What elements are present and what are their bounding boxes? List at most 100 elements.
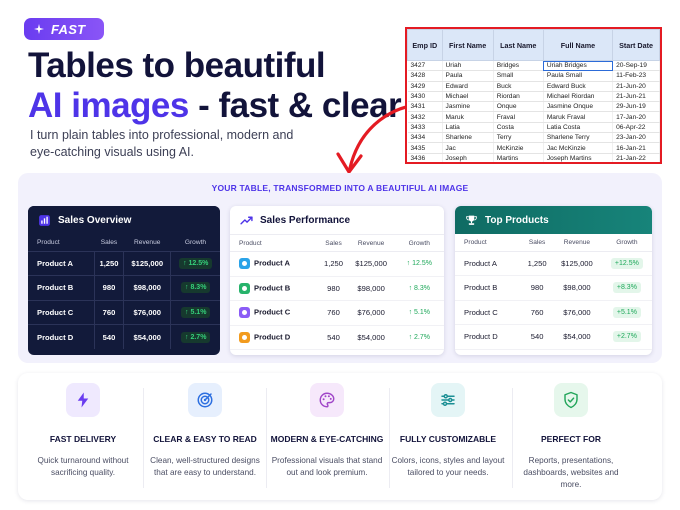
table-cell: 1,250: [94, 250, 125, 276]
sheet-cell: Jasmine: [442, 101, 494, 113]
sheet-cell: Jac: [442, 142, 494, 154]
feature-perfect-for: PERFECT FOR Reports, presentations, dash…: [512, 383, 630, 491]
feature-title: FULLY CUSTOMIZABLE: [399, 434, 497, 444]
title-highlight: AI images: [28, 86, 189, 125]
fast-badge: FAST: [24, 18, 104, 40]
table-cell: $76,000: [552, 300, 602, 325]
table-cell: $54,000: [552, 324, 602, 350]
sheet-cell: 21-Jun-21: [612, 91, 660, 103]
feature-desc: Professional visuals that stand out and …: [271, 456, 383, 477]
sheet-row: 3430 Michael Riordan Michael Riordan 21-Jun-…: [407, 91, 660, 103]
sheet-cell: Maruk: [442, 111, 494, 123]
sheet-cell: Paula: [442, 70, 494, 82]
table-cell: $98,000: [347, 276, 395, 301]
sheet-cell: 3431: [407, 101, 443, 113]
sheet-cell: 17-Jan-20: [612, 111, 660, 123]
subtitle: I turn plain tables into professional, m…: [30, 128, 294, 159]
table-cell: Product A: [455, 251, 523, 276]
sheet-row: 3436 Joseph Martins Joseph Martins 21-Jan-22: [407, 153, 660, 162]
table-cell: 760: [94, 299, 125, 325]
table-header-cell: Revenue: [123, 234, 171, 252]
sheet-row: 3429 Edward Buck Edward Buck 21-Jun-20: [407, 81, 660, 92]
table-row: Product C 760 $76,000 ↑ 5.1%: [28, 299, 220, 325]
sheet-cell: Martins: [493, 153, 544, 162]
sheet-header-cell: Full Name: [542, 29, 614, 61]
sheet-cell: 11-Feb-23: [612, 70, 660, 82]
feature-modern: MODERN & EYE-CATCHING Professional visua…: [268, 383, 386, 479]
product-color-icon: [239, 307, 250, 319]
product-name: Product A: [254, 258, 290, 268]
sheet-row: 3433 Latia Costa Latia Costa 06-Apr-22: [407, 122, 660, 134]
feature-desc: Colors, icons, styles and layout tailore…: [391, 456, 505, 477]
sheet-header-cell: Last Name: [492, 29, 544, 61]
growth-badge: ↑ 12.5%: [406, 260, 432, 268]
palette-icon: [310, 383, 344, 417]
feature-desc: Clean, well-structured designs that are …: [150, 456, 260, 477]
sheet-cell: 3436: [407, 153, 443, 162]
sheet-cell: Uriah: [442, 60, 494, 72]
growth-badge: ↑ 5.1%: [408, 309, 430, 317]
feature-title: PERFECT FOR: [541, 434, 601, 444]
card-title: Sales Overview: [58, 214, 132, 226]
sheet-header-cell: Start Date: [612, 29, 660, 61]
sheet-header-cell: Emp ID: [407, 29, 443, 61]
table-row: Product D 540 $54,000 ↑ 2.7%: [230, 325, 444, 350]
divider: [266, 388, 267, 488]
product-color-icon: [239, 258, 250, 270]
feature-title: CLEAR & EASY TO READ: [153, 434, 257, 444]
product-color-icon: [239, 282, 250, 294]
sheet-cell: Terry: [493, 132, 544, 144]
growth-badge: +8.3%: [612, 282, 641, 294]
sheet-cell: 3433: [407, 122, 443, 134]
sheet-cell: 20-Sep-19: [612, 60, 660, 72]
table-header-cell: Product: [455, 234, 523, 252]
table-cell: ↑ 8.3%: [170, 275, 220, 300]
table-cell: Product B: [455, 275, 523, 301]
table-row: Product D 540 $54,000 ↑ 2.7%: [28, 324, 220, 349]
card-title: Top Products: [485, 214, 549, 226]
sheet-cell: 16-Jan-21: [612, 142, 660, 154]
sheet-cell: 21-Jan-22: [612, 153, 660, 162]
card-header: Sales Performance: [230, 206, 444, 234]
sheet-cell: Michael: [442, 91, 494, 103]
title-line1: Tables to beautiful: [28, 46, 326, 85]
table-cell: ↑ 5.1%: [394, 300, 444, 326]
badge-label: FAST: [51, 21, 86, 37]
lightning-icon: [66, 383, 100, 417]
growth-badge: ↑ 12.5%: [179, 257, 213, 269]
table-cell: Product D: [28, 324, 95, 349]
table-cell: $98,000: [123, 275, 172, 300]
table-cell: 760: [319, 300, 348, 326]
sheet-cell: Riordan: [493, 91, 544, 103]
sheet-cell: Fraval: [493, 111, 544, 123]
divider: [143, 388, 144, 488]
table-header-cell: Product: [28, 234, 95, 252]
feature-clear: CLEAR & EASY TO READ Clean, well-structu…: [146, 383, 264, 479]
table-cell: ↑ 8.3%: [394, 276, 444, 301]
feature-title: FAST DELIVERY: [49, 434, 117, 444]
table-cell: ↑ 12.5%: [394, 251, 444, 277]
table-cell: +5.1%: [601, 300, 652, 325]
table-cell: $125,000: [123, 250, 172, 276]
table-header-cell: Growth: [170, 234, 220, 252]
card-header: Top Products: [455, 206, 652, 234]
sheet-cell: Uriah Bridges: [543, 60, 614, 72]
table-cell: ↑ 5.1%: [170, 299, 220, 325]
sheet-cell: Onque: [493, 101, 544, 113]
target-icon: [188, 383, 222, 417]
growth-badge: +2.7%: [612, 331, 641, 343]
sheet-row: 3431 Jasmine Onque Jasmine Onque 29-Jun-19: [407, 101, 660, 113]
top-products-card: Top Products Product Sales Revenue Growth Pr…: [455, 206, 652, 355]
sheet-cell: 3435: [407, 142, 443, 154]
feature-desc: Quick turnaround without sacrificing qua…: [37, 456, 129, 477]
sales-overview-card: Sales Overview Product Sales Revenue Growth…: [28, 206, 220, 355]
table-cell: +2.7%: [601, 324, 652, 350]
product-name: Product B: [254, 283, 291, 293]
sheet-cell: Jasmine Onque: [543, 101, 614, 113]
table-cell: $125,000: [347, 251, 395, 277]
sheet-cell: 3434: [407, 132, 443, 144]
sheet-row: 3428 Paula Small Paula Small 11-Feb-23: [407, 70, 660, 82]
feature-desc: Reports, presentations, dashboards, webs…: [523, 456, 619, 489]
trend-line-icon: [240, 216, 253, 224]
sheet-cell: Buck: [493, 81, 544, 92]
